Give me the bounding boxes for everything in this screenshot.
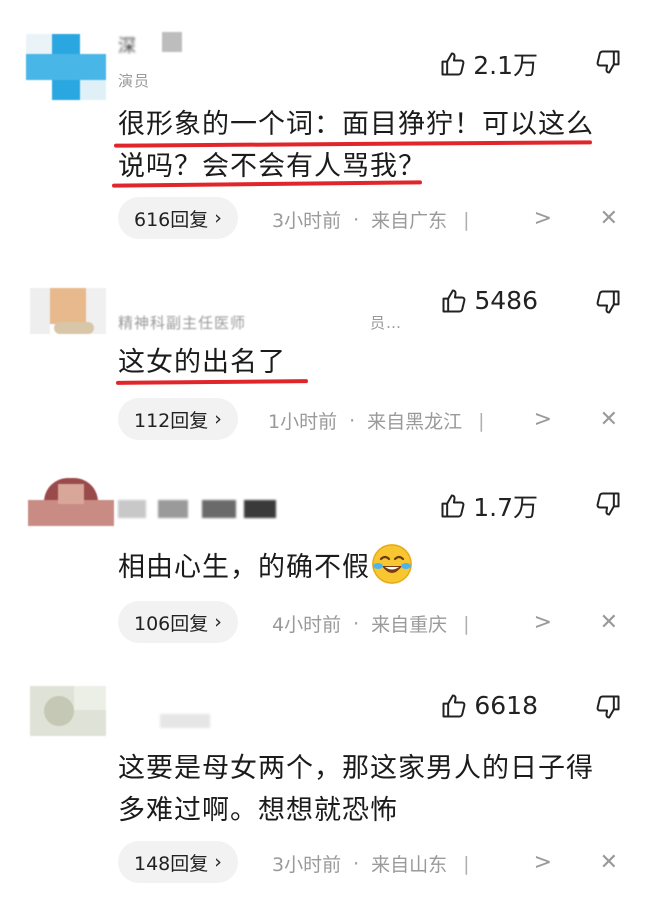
avatar[interactable] bbox=[30, 686, 106, 736]
avatar[interactable] bbox=[28, 474, 114, 526]
comment-text: 这要是母女两个，那这家男人的日子得 多难过啊。想想就恐怖 bbox=[118, 753, 594, 826]
like-count: 1.7万 bbox=[473, 493, 538, 522]
chevron-right-icon: › bbox=[214, 611, 222, 633]
chevron-right-icon[interactable]: > bbox=[534, 206, 552, 231]
comment-time: 3小时前 bbox=[272, 210, 342, 232]
close-icon[interactable]: ✕ bbox=[600, 850, 618, 875]
thumbs-down-icon bbox=[594, 288, 622, 316]
thumbs-down-icon bbox=[594, 693, 622, 721]
user-role: 精神科副主任医师 bbox=[118, 314, 247, 332]
chevron-right-icon: › bbox=[214, 207, 222, 229]
comment-time: 4小时前 bbox=[272, 614, 342, 636]
thumbs-up-icon bbox=[439, 492, 467, 520]
close-icon[interactable]: ✕ bbox=[600, 407, 618, 432]
comment-meta: 3小时前 · 来自山东 | bbox=[272, 850, 470, 877]
reply-count-button[interactable]: 112回复 › bbox=[118, 398, 238, 440]
dislike-button[interactable] bbox=[594, 490, 622, 518]
comment-location: 来自重庆 bbox=[371, 614, 448, 636]
like-button[interactable]: 2.1万 bbox=[439, 46, 538, 82]
chevron-right-icon[interactable]: > bbox=[534, 850, 552, 875]
comment-location: 来自广东 bbox=[371, 210, 448, 232]
comment-location: 来自山东 bbox=[371, 854, 448, 876]
avatar[interactable] bbox=[26, 34, 106, 100]
avatar[interactable] bbox=[30, 288, 106, 334]
like-count: 2.1万 bbox=[473, 51, 538, 80]
chevron-right-icon[interactable]: > bbox=[534, 407, 552, 432]
like-button[interactable]: 5486 bbox=[440, 286, 538, 315]
thumbs-up-icon bbox=[439, 50, 467, 78]
comment-time: 3小时前 bbox=[272, 854, 342, 876]
comment-meta: 3小时前 · 来自广东 | bbox=[272, 206, 470, 233]
thumbs-up-icon bbox=[440, 692, 468, 720]
reply-count-button[interactable]: 106回复 › bbox=[118, 601, 238, 643]
thumbs-down-icon bbox=[594, 490, 622, 518]
like-button[interactable]: 1.7万 bbox=[439, 488, 538, 524]
username[interactable] bbox=[118, 500, 278, 522]
comment-text: 这女的出名了 bbox=[118, 347, 286, 378]
reply-count-button[interactable]: 616回复 › bbox=[118, 197, 238, 239]
user-role-suffix: 员… bbox=[370, 314, 403, 332]
like-count: 5486 bbox=[474, 286, 538, 315]
laughing-crying-emoji bbox=[372, 544, 412, 584]
chevron-right-icon[interactable]: > bbox=[534, 610, 552, 635]
dislike-button[interactable] bbox=[594, 48, 622, 76]
like-count: 6618 bbox=[474, 691, 538, 720]
close-icon[interactable]: ✕ bbox=[600, 610, 618, 635]
comment-location: 来自黑龙江 bbox=[367, 411, 463, 433]
close-icon[interactable]: ✕ bbox=[600, 206, 618, 231]
dislike-button[interactable] bbox=[594, 288, 622, 316]
chevron-right-icon: › bbox=[214, 408, 222, 430]
reply-count-button[interactable]: 148回复 › bbox=[118, 841, 238, 883]
comment-text: 相由心生，的确不假 bbox=[118, 544, 628, 589]
thumbs-down-icon bbox=[594, 48, 622, 76]
dislike-button[interactable] bbox=[594, 693, 622, 721]
user-role: 演员 bbox=[118, 72, 151, 90]
chevron-right-icon: › bbox=[214, 851, 222, 873]
username[interactable]: 深 bbox=[118, 32, 186, 57]
like-button[interactable]: 6618 bbox=[440, 691, 538, 720]
comment-time: 1小时前 bbox=[268, 411, 338, 433]
comment-meta: 1小时前 · 来自黑龙江 | bbox=[268, 407, 485, 434]
username[interactable] bbox=[160, 712, 212, 734]
thumbs-up-icon bbox=[440, 287, 468, 315]
comment-meta: 4小时前 · 来自重庆 | bbox=[272, 610, 470, 637]
